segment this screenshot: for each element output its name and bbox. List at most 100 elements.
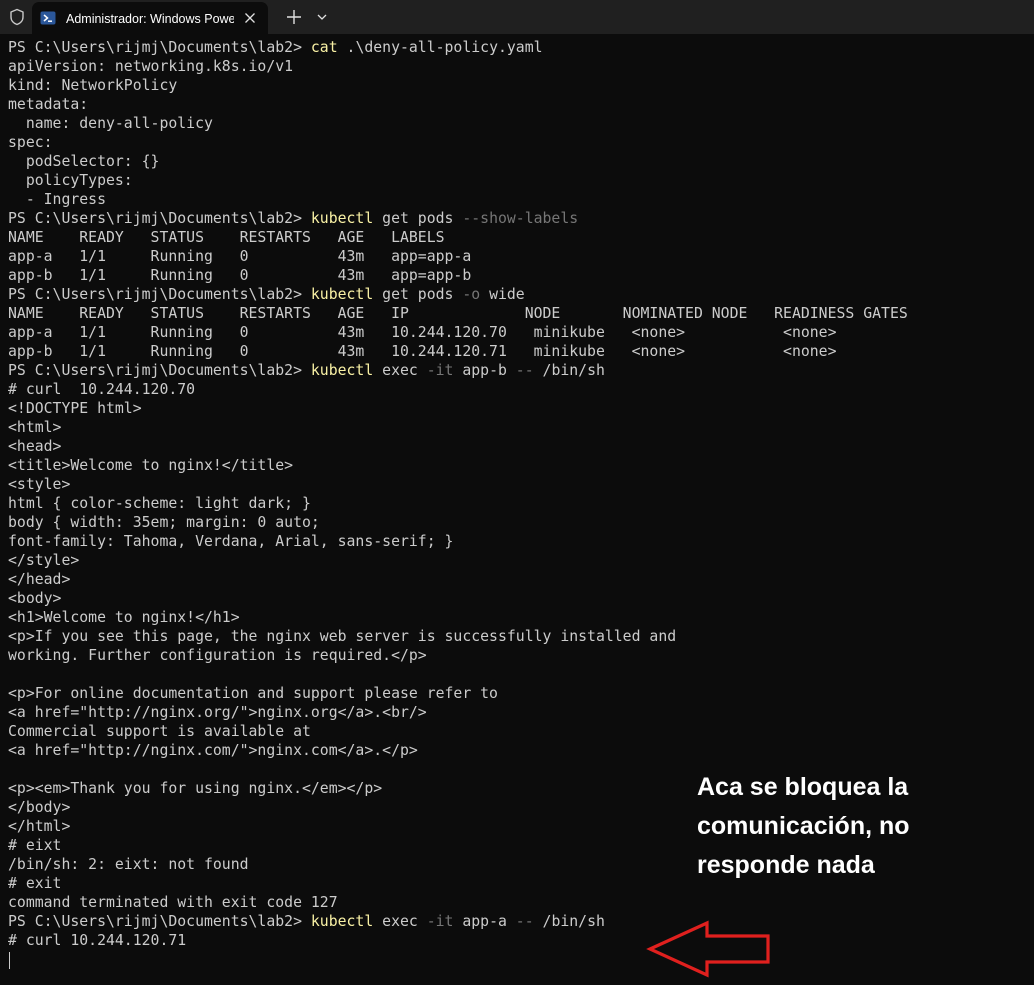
terminal-line: PS C:\Users\rijmj\Documents\lab2> cat .\… bbox=[8, 38, 1028, 57]
command-token: kubectl bbox=[310, 210, 374, 227]
output-text: /bin/sh: 2: eixt: not found bbox=[8, 856, 249, 873]
terminal-line: NAME READY STATUS RESTARTS AGE LABELS bbox=[8, 228, 1028, 247]
tab-dropdown-button[interactable] bbox=[312, 7, 332, 27]
output-text: get pods bbox=[373, 286, 463, 303]
output-text: NAME READY STATUS RESTARTS AGE IP NODE N… bbox=[8, 305, 908, 322]
output-text: <body> bbox=[8, 590, 62, 607]
output-text: .\deny-all-policy.yaml bbox=[337, 39, 543, 56]
terminal-line: body { width: 35em; margin: 0 auto; bbox=[8, 513, 1028, 532]
output-text: <a href="http://nginx.com/">nginx.com</a… bbox=[8, 742, 418, 759]
terminal-line: <a href="http://nginx.org/">nginx.org</a… bbox=[8, 703, 1028, 722]
output-text: <a href="http://nginx.org/">nginx.org</a… bbox=[8, 704, 427, 721]
output-text: apiVersion: networking.k8s.io/v1 bbox=[8, 58, 294, 75]
terminal-line: <style> bbox=[8, 475, 1028, 494]
terminal-line: # curl 10.244.120.71 bbox=[8, 931, 1028, 950]
terminal-line: <body> bbox=[8, 589, 1028, 608]
output-text: PS C:\Users\rijmj\Documents\lab2> bbox=[8, 362, 311, 379]
plus-icon bbox=[287, 10, 301, 24]
command-token: kubectl bbox=[310, 362, 374, 379]
terminal-line: <!DOCTYPE html> bbox=[8, 399, 1028, 418]
terminal-line: PS C:\Users\rijmj\Documents\lab2> kubect… bbox=[8, 361, 1028, 380]
output-text: # exit bbox=[8, 875, 62, 892]
terminal-line: <a href="http://nginx.com/">nginx.com</a… bbox=[8, 741, 1028, 760]
red-arrow-icon bbox=[646, 920, 770, 978]
output-text: app-a bbox=[453, 913, 516, 930]
output-text: <h1>Welcome to nginx!</h1> bbox=[8, 609, 240, 626]
terminal-line: policyTypes: bbox=[8, 171, 1028, 190]
terminal-line: kind: NetworkPolicy bbox=[8, 76, 1028, 95]
output-text: app-a 1/1 Running 0 43m 10.244.120.70 mi… bbox=[8, 324, 837, 341]
title-bar: Administrador: Windows PowerShell bbox=[0, 0, 1034, 34]
command-token: kubectl bbox=[310, 286, 374, 303]
parameter-token: -it bbox=[426, 913, 454, 930]
output-text: <html> bbox=[8, 419, 62, 436]
terminal-line: working. Further configuration is requir… bbox=[8, 646, 1028, 665]
output-text: policyTypes: bbox=[8, 172, 133, 189]
output-text: get pods bbox=[373, 210, 463, 227]
output-text: Commercial support is available at bbox=[8, 723, 311, 740]
terminal-line: app-a 1/1 Running 0 43m app=app-a bbox=[8, 247, 1028, 266]
terminal-line: html { color-scheme: light dark; } bbox=[8, 494, 1028, 513]
output-text: <p>For online documentation and support … bbox=[8, 685, 498, 702]
terminal-line: name: deny-all-policy bbox=[8, 114, 1028, 133]
output-text: # curl 10.244.120.70 bbox=[8, 381, 196, 398]
output-text: /bin/sh bbox=[533, 362, 605, 379]
parameter-token: -o bbox=[462, 286, 481, 303]
chevron-down-icon bbox=[317, 14, 327, 20]
output-text: exec bbox=[373, 913, 427, 930]
terminal-line: # curl 10.244.120.70 bbox=[8, 380, 1028, 399]
terminal-line: PS C:\Users\rijmj\Documents\lab2> kubect… bbox=[8, 209, 1028, 228]
output-text: # eixt bbox=[8, 837, 62, 854]
output-text: </body> bbox=[8, 799, 71, 816]
output-text: </style> bbox=[8, 552, 80, 569]
output-text: <style> bbox=[8, 476, 71, 493]
terminal-line: app-b 1/1 Running 0 43m 10.244.120.71 mi… bbox=[8, 342, 1028, 361]
parameter-token: -- bbox=[515, 913, 534, 930]
annotation-note: Aca se bloquea la comunicación, no respo… bbox=[697, 773, 910, 879]
terminal-line: <html> bbox=[8, 418, 1028, 437]
new-tab-button[interactable] bbox=[282, 5, 306, 29]
command-token: cat bbox=[310, 39, 338, 56]
output-text: body { width: 35em; margin: 0 auto; bbox=[8, 514, 320, 531]
output-text: font-family: Tahoma, Verdana, Arial, san… bbox=[8, 533, 454, 550]
output-text: working. Further configuration is requir… bbox=[8, 647, 427, 664]
output-text: NAME READY STATUS RESTARTS AGE LABELS bbox=[8, 229, 445, 246]
output-text: PS C:\Users\rijmj\Documents\lab2> bbox=[8, 210, 311, 227]
output-text: /bin/sh bbox=[533, 913, 605, 930]
terminal-line: app-a 1/1 Running 0 43m 10.244.120.70 mi… bbox=[8, 323, 1028, 342]
output-text: app-b bbox=[453, 362, 516, 379]
output-text: <!DOCTYPE html> bbox=[8, 400, 142, 417]
output-text: - Ingress bbox=[8, 191, 106, 208]
terminal-line: <p>For online documentation and support … bbox=[8, 684, 1028, 703]
output-text: PS C:\Users\rijmj\Documents\lab2> bbox=[8, 39, 311, 56]
terminal-line: <head> bbox=[8, 437, 1028, 456]
terminal-line: Commercial support is available at bbox=[8, 722, 1028, 741]
text-cursor bbox=[9, 952, 10, 969]
output-text: <p><em>Thank you for using nginx.</em></… bbox=[8, 780, 383, 797]
output-text: metadata: bbox=[8, 96, 89, 113]
output-text: # curl 10.244.120.71 bbox=[8, 932, 187, 949]
shield-icon[interactable] bbox=[7, 7, 27, 27]
tab-powershell[interactable]: Administrador: Windows PowerShell bbox=[32, 2, 268, 34]
terminal-line: </style> bbox=[8, 551, 1028, 570]
output-text: spec: bbox=[8, 134, 53, 151]
output-text: <head> bbox=[8, 438, 62, 455]
output-text: app-b 1/1 Running 0 43m app=app-b bbox=[8, 267, 472, 284]
parameter-token: -it bbox=[426, 362, 454, 379]
powershell-icon bbox=[40, 10, 56, 26]
output-text: podSelector: {} bbox=[8, 153, 160, 170]
output-text: kind: NetworkPolicy bbox=[8, 77, 178, 94]
output-text: app-b 1/1 Running 0 43m 10.244.120.71 mi… bbox=[8, 343, 837, 360]
tab-title: Administrador: Windows PowerShell bbox=[66, 12, 234, 26]
output-text: command terminated with exit code 127 bbox=[8, 894, 338, 911]
output-text: </html> bbox=[8, 818, 71, 835]
output-text: PS C:\Users\rijmj\Documents\lab2> bbox=[8, 913, 311, 930]
terminal-line: font-family: Tahoma, Verdana, Arial, san… bbox=[8, 532, 1028, 551]
terminal-line: PS C:\Users\rijmj\Documents\lab2> kubect… bbox=[8, 285, 1028, 304]
parameter-token: --show-labels bbox=[462, 210, 579, 227]
output-text: wide bbox=[480, 286, 525, 303]
output-text: PS C:\Users\rijmj\Documents\lab2> bbox=[8, 286, 311, 303]
close-icon[interactable] bbox=[240, 8, 260, 28]
output-text: name: deny-all-policy bbox=[8, 115, 213, 132]
terminal-line: <p>If you see this page, the nginx web s… bbox=[8, 627, 1028, 646]
